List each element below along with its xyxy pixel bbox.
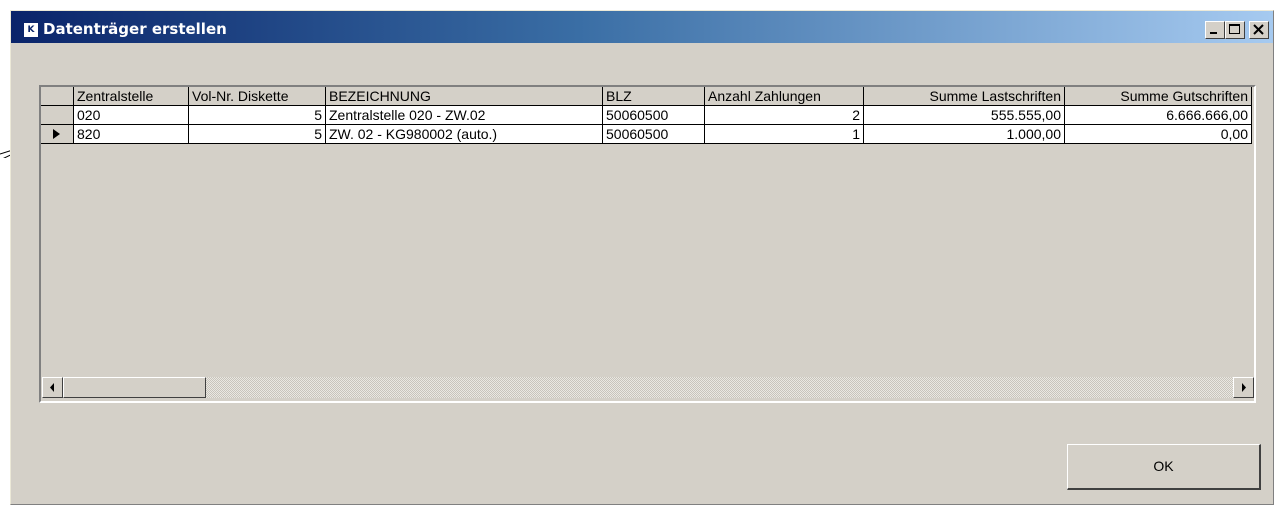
table-cell[interactable]: 50060500 <box>603 125 705 144</box>
row-indicator[interactable] <box>41 106 74 125</box>
table-cell[interactable]: 5 <box>189 125 326 144</box>
table-cell[interactable]: 1 <box>705 125 864 144</box>
table-cell[interactable]: ZW. 02 - KG980002 (auto.) <box>326 125 603 144</box>
table-cell[interactable]: 2 <box>705 106 864 125</box>
table-cell[interactable]: 1.000,00 <box>864 125 1065 144</box>
scroll-thumb[interactable] <box>63 377 206 398</box>
data-grid[interactable]: Zentralstelle Vol-Nr. Diskette BEZEICHNU… <box>39 85 1256 403</box>
grid-corner <box>41 87 74 106</box>
close-icon <box>1253 24 1264 35</box>
arrow-left-icon <box>50 383 54 392</box>
maximize-icon <box>1229 24 1240 34</box>
column-header-vol-nr[interactable]: Vol-Nr. Diskette <box>189 87 326 106</box>
table-cell[interactable]: 820 <box>74 125 189 144</box>
table-cell[interactable]: 020 <box>74 106 189 125</box>
column-header-summe-lastschriften[interactable]: Summe Lastschriften <box>864 87 1065 106</box>
table-cell[interactable]: 6.666.666,00 <box>1065 106 1252 125</box>
column-header-summe-gutschriften[interactable]: Summe Gutschriften <box>1065 87 1252 106</box>
scroll-right-button[interactable] <box>1233 377 1254 398</box>
arrow-right-icon <box>1242 383 1246 392</box>
dialog-window: K Datenträger erstellen Zentralstelle Vo… <box>10 10 1274 505</box>
column-header-anzahl-zahlungen[interactable]: Anzahl Zahlungen <box>705 87 864 106</box>
column-header-blz[interactable]: BLZ <box>603 87 705 106</box>
column-header-zentralstelle[interactable]: Zentralstelle <box>74 87 189 106</box>
table-cell[interactable]: Zentralstelle 020 - ZW.02 <box>326 106 603 125</box>
scroll-left-button[interactable] <box>42 377 63 398</box>
app-icon: K <box>23 22 39 38</box>
table-cell[interactable]: 0,00 <box>1065 125 1252 144</box>
window-title: Datenträger erstellen <box>43 20 227 38</box>
maximize-button[interactable] <box>1225 21 1245 39</box>
minimize-button[interactable] <box>1205 21 1225 39</box>
table-cell[interactable]: 50060500 <box>603 106 705 125</box>
table-cell[interactable]: 555.555,00 <box>864 106 1065 125</box>
horizontal-scrollbar[interactable] <box>42 377 1254 398</box>
column-header-bezeichnung[interactable]: BEZEICHNUNG <box>326 87 603 106</box>
close-button[interactable] <box>1249 21 1269 39</box>
row-indicator-current[interactable] <box>41 125 74 144</box>
current-row-arrow-icon <box>53 129 60 139</box>
title-bar[interactable]: K Datenträger erstellen <box>11 11 1273 43</box>
ok-button[interactable]: OK <box>1067 444 1261 490</box>
minimize-icon <box>1210 32 1217 34</box>
table-cell[interactable]: 5 <box>189 106 326 125</box>
